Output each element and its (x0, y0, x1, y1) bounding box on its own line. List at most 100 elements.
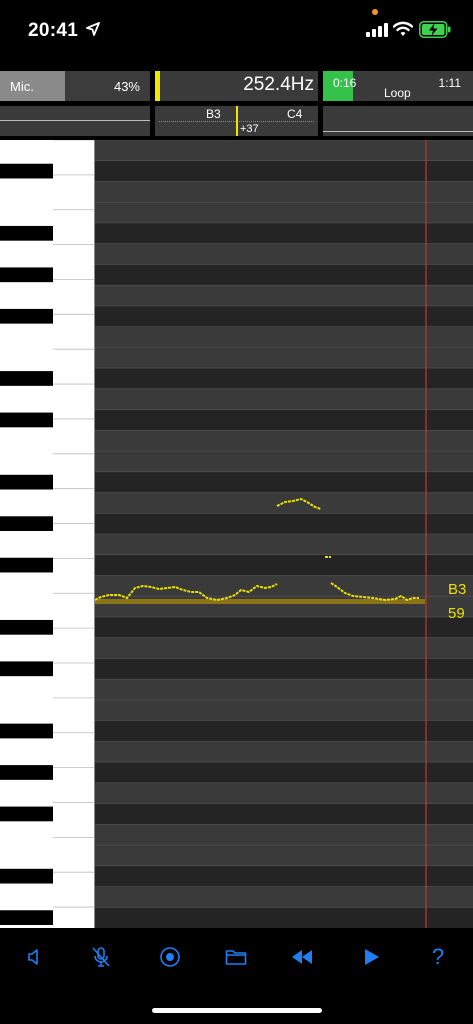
roll-lane (95, 285, 473, 306)
roll-lane (95, 388, 473, 410)
help-button[interactable]: ? (423, 942, 453, 972)
tuner-upper-note: C4 (287, 107, 303, 121)
play-icon (365, 949, 379, 965)
roll-lane (95, 181, 473, 203)
piano-roll-area (0, 140, 473, 928)
black-key (0, 267, 53, 283)
tuner-lower-note: B3 (206, 107, 221, 121)
black-key (0, 371, 53, 386)
roll-lane (95, 202, 473, 223)
location-arrow-icon (86, 22, 100, 36)
frequency-value: 252.4Hz (243, 74, 314, 95)
current-note-name: B3 (448, 581, 467, 598)
roll-lane (95, 554, 473, 576)
history-baseline (323, 131, 473, 132)
roll-lane (95, 782, 473, 804)
frequency-indicator (155, 71, 160, 101)
roll-lane (95, 326, 473, 348)
piano-keyboard[interactable] (0, 140, 95, 928)
roll-lane (95, 907, 473, 928)
black-key (0, 723, 53, 739)
speaker-button[interactable] (19, 942, 49, 972)
battery-charging-icon (419, 21, 451, 38)
history-overview[interactable] (323, 106, 473, 136)
black-key (0, 661, 53, 677)
roll-lane (95, 492, 473, 514)
privacy-dot-icon (372, 9, 378, 15)
mic-mute-button[interactable] (86, 942, 116, 972)
roll-lane (95, 264, 473, 286)
black-key (0, 765, 53, 780)
bottom-toolbar: ? (0, 932, 473, 982)
roll-lane (95, 845, 473, 866)
roll-lane (95, 347, 473, 369)
roll-lane (95, 824, 473, 846)
roll-lane (95, 741, 473, 763)
roll-lane (95, 616, 473, 638)
roll-lane (95, 513, 473, 534)
status-time: 20:41 (28, 20, 79, 41)
timeline-scrubber[interactable]: 0:16 1:11 Loop (323, 71, 473, 101)
play-button[interactable] (356, 942, 386, 972)
black-key (0, 557, 53, 573)
roll-lane (95, 368, 473, 389)
timeline-total-time: 1:11 (438, 76, 461, 90)
signal-bars-icon (366, 23, 388, 37)
question-mark-icon: ? (431, 944, 445, 969)
black-key (0, 412, 53, 428)
roll-lane (95, 222, 473, 244)
roll-lane (95, 637, 473, 659)
roll-lane (95, 803, 473, 825)
current-note-number: 59 (448, 605, 465, 622)
roll-lane (95, 140, 473, 161)
roll-lane (95, 720, 473, 742)
roll-lane (95, 471, 473, 493)
roll-lane (95, 865, 473, 887)
black-key (0, 516, 53, 531)
pitch-roll[interactable] (95, 140, 473, 928)
frequency-display: 252.4Hz (155, 71, 318, 101)
waveform-baseline (0, 120, 150, 121)
black-key (0, 806, 53, 822)
home-indicator (152, 1008, 322, 1013)
mic-level-meter[interactable]: Mic. 43% (0, 71, 150, 101)
roll-lane (95, 575, 473, 597)
black-key (0, 474, 53, 490)
target-note-band (95, 599, 425, 604)
roll-lane (95, 762, 473, 783)
tuner-meter: B3 C4 +37 (155, 106, 318, 136)
folder-button[interactable] (221, 942, 251, 972)
record-button[interactable] (155, 942, 185, 972)
waveform-view (0, 106, 150, 136)
roll-lane (95, 160, 473, 182)
tuner-cents: +37 (240, 123, 259, 135)
status-bar: 20:41 (0, 0, 473, 62)
mic-level-percent: 43% (113, 79, 140, 94)
black-key (0, 163, 53, 179)
roll-lane (95, 451, 473, 472)
timeline-current-time: 0:16 (333, 76, 357, 90)
wifi-icon (393, 21, 413, 36)
black-key (0, 308, 53, 324)
mic-label: Mic. (10, 79, 34, 94)
rewind-button[interactable] (287, 942, 317, 972)
roll-lane (95, 679, 473, 700)
black-key (0, 910, 53, 925)
roll-lane (95, 886, 473, 908)
roll-lane (95, 409, 473, 431)
record-circle-icon (160, 947, 180, 967)
roll-lane (95, 305, 473, 327)
mic-slash-icon (92, 947, 110, 967)
tuner-needle (236, 106, 238, 136)
roll-lane (95, 699, 473, 721)
roll-lane (95, 658, 473, 680)
black-key (0, 868, 53, 884)
roll-lane (95, 534, 473, 555)
timeline-loop-label: Loop (384, 86, 411, 100)
speaker-icon (28, 949, 38, 965)
folder-icon (225, 950, 247, 965)
roll-lane (95, 243, 473, 265)
rewind-icon (292, 950, 312, 964)
black-key (0, 619, 53, 635)
black-key (0, 225, 53, 241)
